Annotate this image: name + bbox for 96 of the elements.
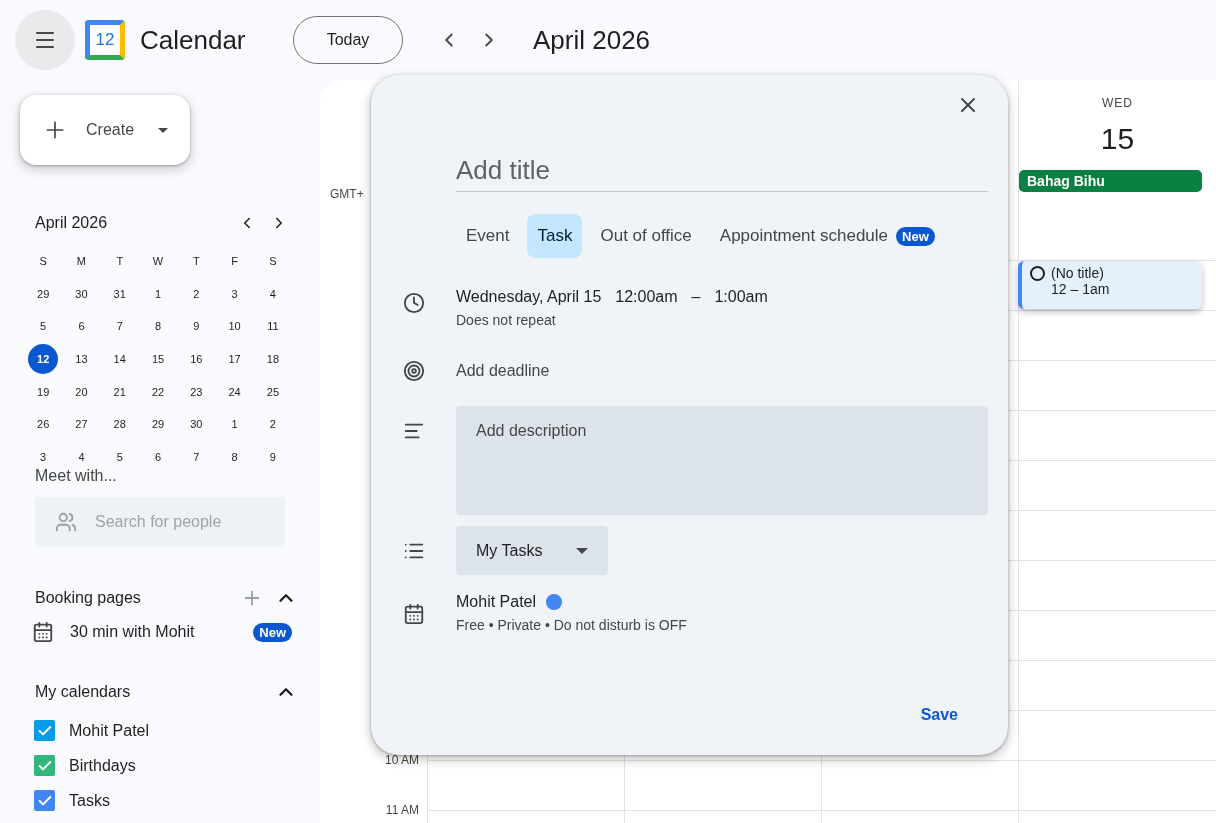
people-search-field[interactable]: Search for people bbox=[35, 497, 285, 548]
calendar-day[interactable]: 1 bbox=[143, 278, 174, 309]
event-title: (No title) bbox=[1030, 265, 1194, 281]
calendar-day[interactable]: 20 bbox=[66, 376, 97, 407]
calendar-day[interactable]: 29 bbox=[143, 409, 174, 440]
weekday-label: T bbox=[116, 255, 124, 268]
calendar-day[interactable]: 2 bbox=[257, 409, 288, 440]
calendar-day[interactable]: 17 bbox=[219, 344, 250, 375]
calendar-day[interactable]: 15 bbox=[143, 344, 174, 375]
booking-page-link[interactable]: 30 min with Mohit bbox=[70, 623, 254, 642]
calendar-day[interactable]: 26 bbox=[28, 409, 59, 440]
availability-text: Free • Private • Do not disturb is OFF bbox=[456, 617, 688, 633]
save-button[interactable]: Save bbox=[900, 695, 978, 735]
all-day-event[interactable]: Bahag Bihu bbox=[1019, 170, 1202, 192]
event-card[interactable]: (No title) 12 – 1am bbox=[1018, 261, 1202, 309]
calendar-day[interactable]: 11 bbox=[257, 311, 288, 342]
calendar-day[interactable]: 24 bbox=[219, 376, 250, 407]
hour-label: 10 AM bbox=[384, 753, 419, 767]
checkbox[interactable] bbox=[34, 720, 55, 742]
calendar-day[interactable]: 25 bbox=[257, 376, 288, 407]
weekday-label: S bbox=[39, 255, 47, 268]
checkbox[interactable] bbox=[34, 755, 55, 777]
calendar-day[interactable]: 13 bbox=[66, 344, 97, 375]
weekday-label: F bbox=[231, 255, 238, 268]
caret-icon bbox=[576, 547, 588, 554]
weekday-label: T bbox=[192, 255, 200, 268]
type-tab[interactable]: Task bbox=[527, 214, 583, 258]
checkbox[interactable] bbox=[34, 790, 55, 812]
calendar-day[interactable]: 7 bbox=[181, 441, 212, 472]
calendar-day[interactable]: 16 bbox=[181, 344, 212, 375]
calendar-day[interactable]: 9 bbox=[257, 441, 288, 472]
type-tab[interactable]: Out of office bbox=[590, 214, 702, 258]
start-time[interactable]: 12:00am bbox=[615, 288, 678, 306]
timezone-label: GMT+ bbox=[330, 187, 364, 201]
create-button[interactable]: Create bbox=[20, 95, 190, 165]
calendar-day[interactable]: 3 bbox=[219, 278, 250, 309]
calendar-name[interactable]: Mohit Patel bbox=[456, 593, 537, 611]
calendar-day[interactable]: 2 bbox=[181, 278, 212, 309]
caret-icon bbox=[158, 127, 169, 133]
type-tab[interactable]: Appointment schedule New bbox=[709, 214, 945, 258]
new-badge: New bbox=[896, 226, 935, 246]
weekday-label: W bbox=[152, 255, 164, 268]
section-title: Booking pages bbox=[35, 589, 142, 608]
task-circle-icon bbox=[1030, 265, 1045, 281]
weekday-label: S bbox=[269, 255, 277, 268]
app-title: Calendar bbox=[140, 24, 247, 56]
target-icon bbox=[402, 360, 425, 382]
calendar-logo: 12 bbox=[85, 20, 125, 60]
task-list-dropdown[interactable]: My Tasks bbox=[456, 526, 608, 575]
calendar-day[interactable]: 30 bbox=[181, 409, 212, 440]
calendar-day[interactable]: 10 bbox=[219, 311, 250, 342]
calendar-day[interactable]: 14 bbox=[104, 344, 135, 375]
dash-text: – bbox=[691, 288, 701, 306]
title-field[interactable]: Add title bbox=[456, 155, 988, 192]
calendar-icon bbox=[402, 603, 425, 625]
people-icon bbox=[55, 511, 77, 534]
calendar-day[interactable]: 30 bbox=[66, 278, 97, 309]
description-field[interactable]: Add description bbox=[456, 406, 988, 515]
calendar-day[interactable]: 6 bbox=[143, 441, 174, 472]
calendar-day[interactable]: 12 bbox=[28, 344, 59, 375]
type-tab[interactable]: Event bbox=[456, 214, 520, 258]
end-time[interactable]: 1:00am bbox=[714, 288, 768, 306]
mini-calendar-title: April 2026 bbox=[35, 214, 109, 232]
new-badge: New bbox=[253, 622, 292, 642]
calendar-label: Mohit Patel bbox=[69, 721, 150, 740]
calendar-day[interactable]: 31 bbox=[104, 278, 135, 309]
hour-label: 11 AM bbox=[385, 803, 419, 817]
calendar-label: Birthdays bbox=[69, 756, 136, 775]
calendar-day[interactable]: 6 bbox=[66, 311, 97, 342]
calendar-day[interactable]: 27 bbox=[66, 409, 97, 440]
calendar-day[interactable]: 9 bbox=[181, 311, 212, 342]
calendar-day[interactable]: 29 bbox=[28, 278, 59, 309]
calendar-day[interactable]: 22 bbox=[143, 376, 174, 407]
calendar-day[interactable]: 18 bbox=[257, 344, 288, 375]
date-text[interactable]: Wednesday, April 15 bbox=[456, 288, 602, 306]
calendar-icon bbox=[32, 621, 54, 644]
calendar-label: Tasks bbox=[69, 791, 110, 810]
calendar-day[interactable]: 7 bbox=[104, 311, 135, 342]
weekday-label: WED bbox=[1102, 96, 1133, 110]
calendar-day[interactable]: 28 bbox=[104, 409, 135, 440]
repeat-text[interactable]: Does not repeat bbox=[456, 312, 988, 328]
calendar-day[interactable]: 8 bbox=[143, 311, 174, 342]
clock-icon bbox=[402, 292, 425, 314]
calendar-day[interactable]: 4 bbox=[257, 278, 288, 309]
calendar-day[interactable]: 23 bbox=[181, 376, 212, 407]
event-time: 12 – 1am bbox=[1051, 281, 1111, 297]
section-title: My calendars bbox=[35, 683, 132, 702]
calendar-day[interactable]: 19 bbox=[28, 376, 59, 407]
calendar-day[interactable]: 8 bbox=[219, 441, 250, 472]
calendar-day[interactable]: 21 bbox=[104, 376, 135, 407]
weekday-label: M bbox=[76, 255, 87, 268]
date-number[interactable]: 15 bbox=[1100, 122, 1135, 156]
calendar-day[interactable]: 1 bbox=[219, 409, 250, 440]
current-period: April 2026 bbox=[533, 24, 651, 56]
calendar-day[interactable]: 5 bbox=[28, 311, 59, 342]
deadline-link[interactable]: Add deadline bbox=[456, 362, 550, 380]
